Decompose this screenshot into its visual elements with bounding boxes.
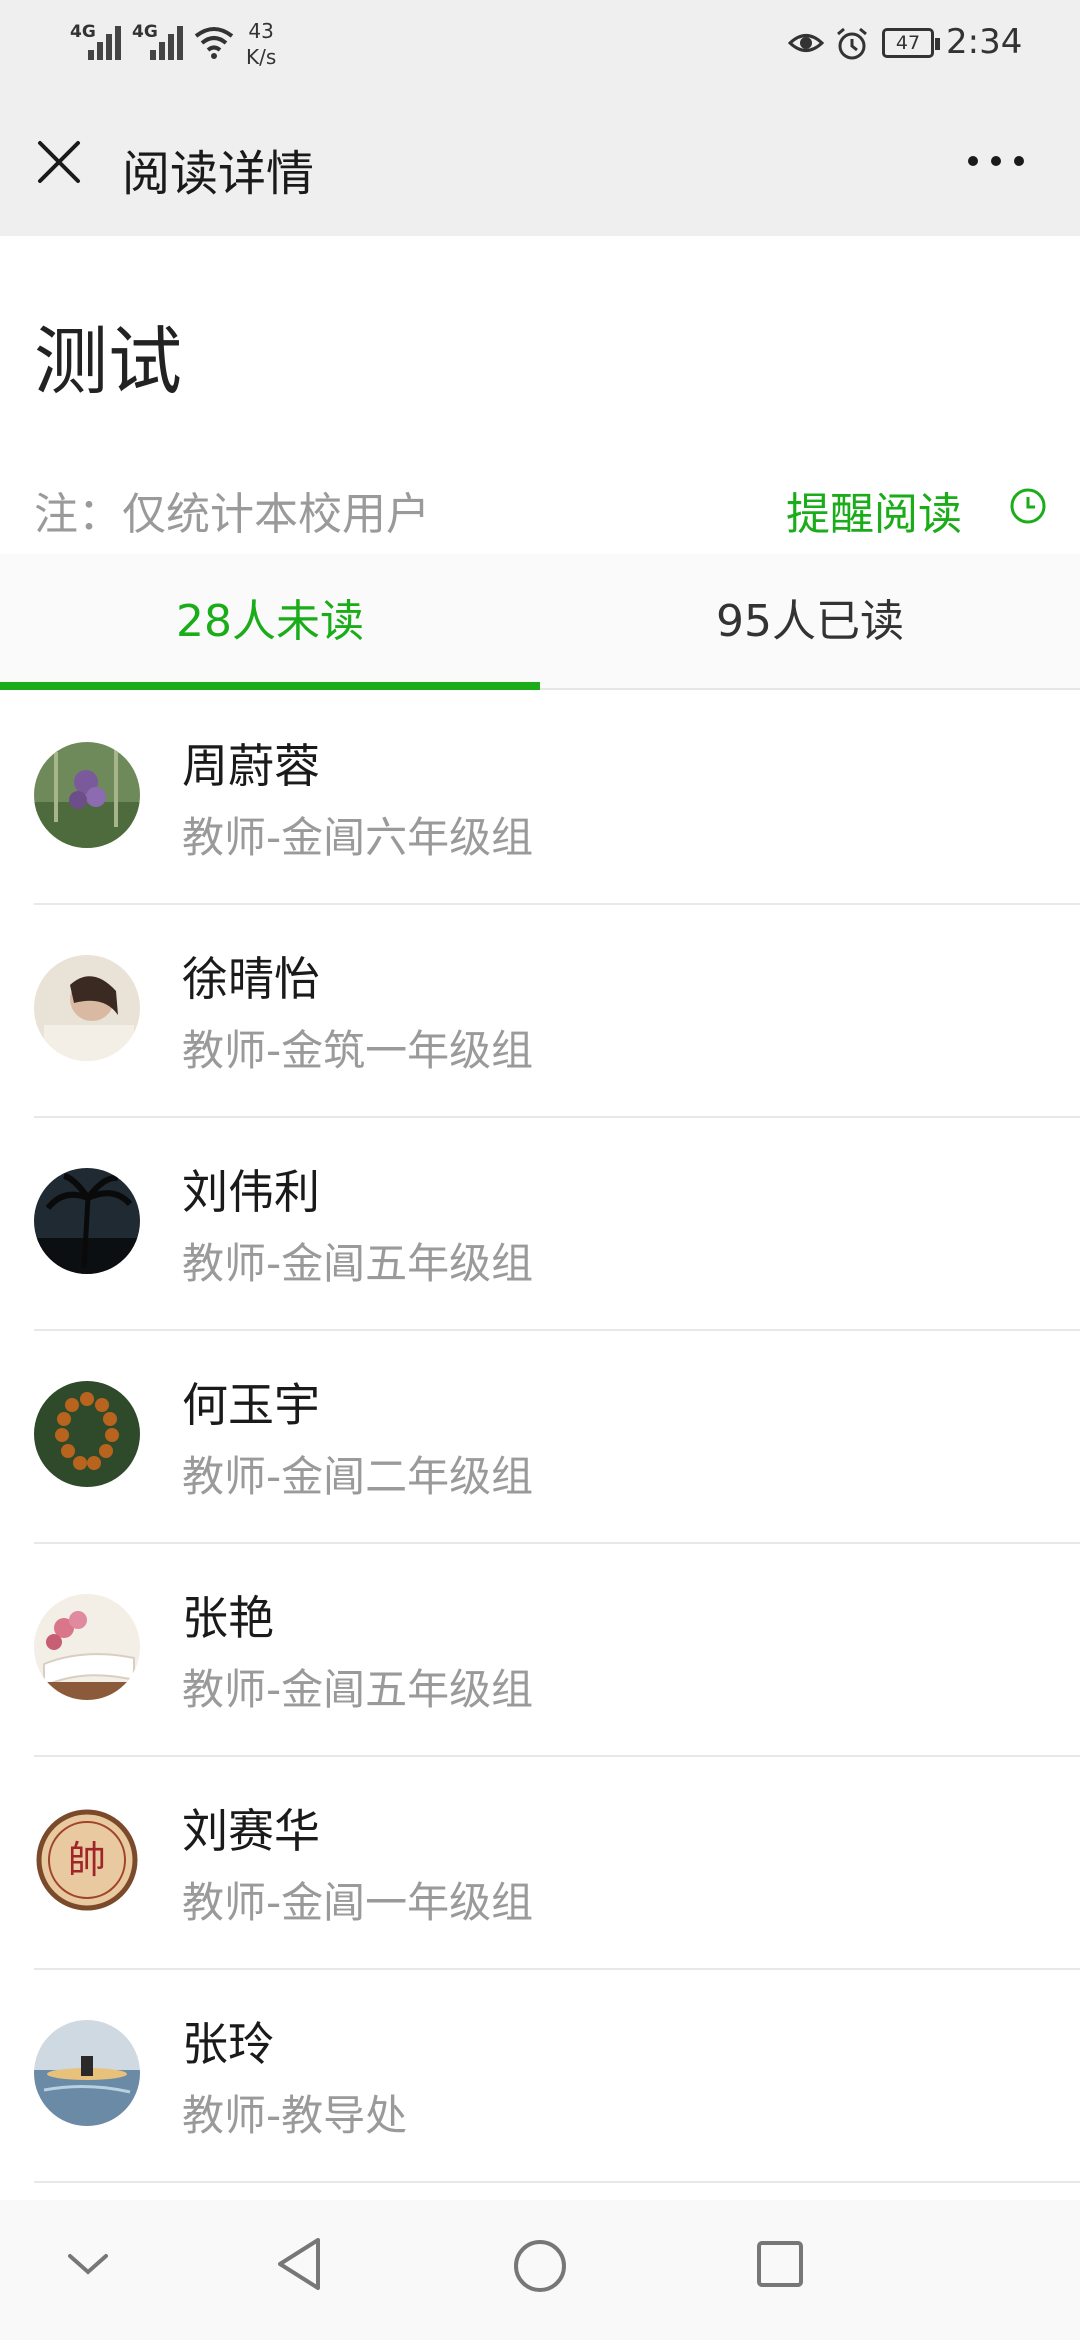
remind-read-button[interactable]: 提醒阅读	[786, 478, 962, 542]
list-item[interactable]: 帥 刘赛华 教师-金阊一年级组	[0, 1757, 1080, 1970]
alarm-icon	[837, 27, 867, 60]
list-item[interactable]: 刘伟利 教师-金阊五年级组	[0, 1118, 1080, 1331]
statistics-note: 注：仅统计本校用户	[34, 489, 430, 540]
user-name: 徐晴怡	[182, 952, 320, 1006]
list-item[interactable]: 张玲 教师-教导处	[0, 1970, 1080, 2183]
user-name: 刘伟利	[182, 1165, 320, 1219]
close-icon[interactable]	[34, 137, 84, 187]
unread-user-list: 周蔚蓉 教师-金阊六年级组 徐晴怡 教师-金筑一年级组 刘伟利 教师-金阊五年级…	[0, 692, 1080, 2183]
document-title: 测试	[34, 319, 182, 405]
user-name: 张艳	[182, 1591, 274, 1645]
avatar-character: 帥	[68, 1838, 106, 1882]
avatar	[34, 1168, 140, 1274]
battery-icon: 47	[882, 28, 940, 58]
read-status-tabs: 28人未读 95人已读	[0, 554, 1080, 690]
page-title: 阅读详情	[122, 146, 315, 202]
user-role: 教师-金阊五年级组	[182, 1239, 534, 1288]
net-speed: 43 K/s	[246, 18, 276, 70]
eye-icon	[788, 34, 824, 52]
list-item[interactable]: 周蔚蓉 教师-金阊六年级组	[0, 692, 1080, 905]
user-name: 周蔚蓉	[182, 739, 320, 793]
user-name: 刘赛华	[182, 1804, 320, 1858]
main-content: 测试 注：仅统计本校用户 提醒阅读 28人未读 95人已读 周蔚蓉 教师-金阊六…	[0, 236, 1080, 2236]
signal1-icon	[88, 24, 124, 60]
user-name: 张玲	[182, 2017, 274, 2071]
clock-time: 2:34	[946, 22, 1023, 62]
app-header: 阅读详情	[0, 90, 1080, 236]
avatar	[34, 742, 140, 848]
collapse-icon[interactable]	[66, 2250, 110, 2278]
user-role: 教师-金阊六年级组	[182, 813, 534, 862]
more-icon[interactable]	[966, 154, 1026, 168]
avatar	[34, 2020, 140, 2126]
user-name: 何玉宇	[182, 1378, 320, 1432]
user-role: 教师-教导处	[182, 2091, 408, 2140]
system-navigation-bar	[0, 2200, 1080, 2340]
avatar	[34, 955, 140, 1061]
wifi-icon	[194, 27, 234, 59]
tab-unread[interactable]: 28人未读	[0, 554, 540, 690]
recents-icon[interactable]	[756, 2240, 804, 2288]
status-bar: 4G 4G 43 K/s 47 2:34	[0, 0, 1080, 90]
avatar: 帥	[34, 1807, 140, 1913]
user-role: 教师-金筑一年级组	[182, 1026, 534, 1075]
back-icon[interactable]	[274, 2236, 324, 2292]
list-item[interactable]: 何玉宇 教师-金阊二年级组	[0, 1331, 1080, 1544]
clock-icon[interactable]	[1008, 486, 1048, 526]
active-tab-indicator	[0, 682, 540, 690]
user-role: 教师-金阊一年级组	[182, 1878, 534, 1927]
net-speed-value: 43	[248, 19, 274, 43]
home-icon[interactable]	[512, 2238, 568, 2294]
avatar	[34, 1381, 140, 1487]
user-role: 教师-金阊五年级组	[182, 1665, 534, 1714]
user-role: 教师-金阊二年级组	[182, 1452, 534, 1501]
avatar	[34, 1594, 140, 1700]
list-item[interactable]: 徐晴怡 教师-金筑一年级组	[0, 905, 1080, 1118]
signal2-icon	[150, 24, 186, 60]
list-item[interactable]: 张艳 教师-金阊五年级组	[0, 1544, 1080, 1757]
tab-read[interactable]: 95人已读	[540, 554, 1080, 690]
divider	[34, 2181, 1080, 2183]
net-speed-unit: K/s	[246, 45, 277, 69]
